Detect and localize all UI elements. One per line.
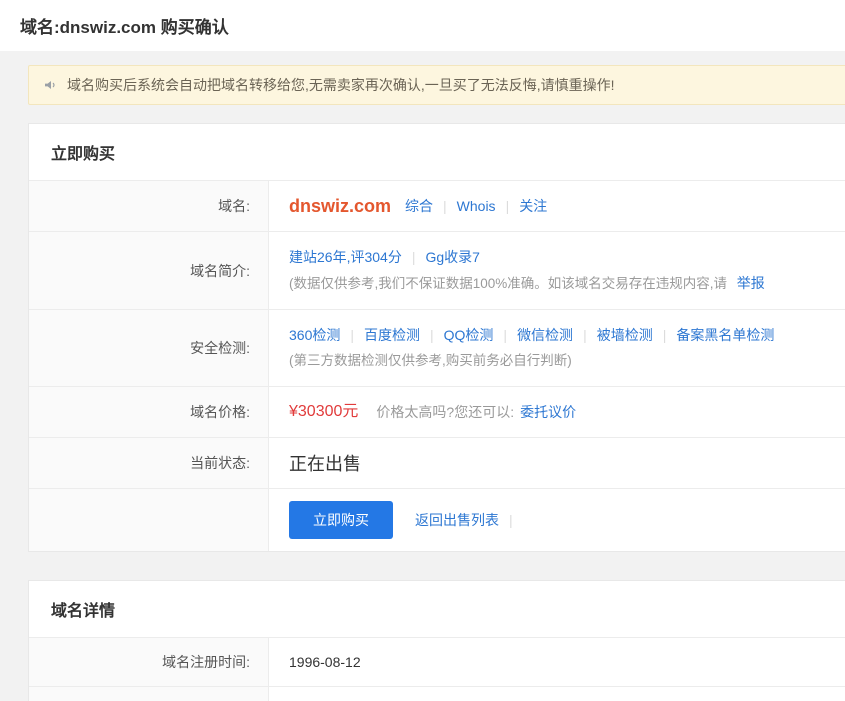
check-gfw-link[interactable]: 被墙检测	[597, 322, 653, 348]
site-age-score-link[interactable]: 建站26年,评304分	[289, 244, 402, 270]
divider	[443, 193, 447, 219]
page-content: 域名购买后系统会自动把域名转移给您,无需卖家再次确认,一旦买了无法反悔,请慎重操…	[0, 51, 845, 701]
check-360-link[interactable]: 360检测	[289, 322, 340, 348]
divider	[506, 193, 510, 219]
price-hint: 价格太高吗?您还可以:	[376, 399, 514, 425]
follow-link[interactable]: 关注	[519, 193, 547, 219]
divider	[583, 322, 587, 348]
google-index-link[interactable]: Gg收录7	[425, 244, 479, 270]
divider	[663, 322, 667, 348]
price-label: 域名价格:	[29, 387, 269, 437]
domain-label: 域名:	[29, 181, 269, 231]
actions-row: 立即购买 返回出售列表	[29, 488, 845, 551]
divider	[350, 322, 354, 348]
negotiate-link[interactable]: 委托议价	[520, 399, 576, 425]
registration-date-label: 域名注册时间:	[29, 638, 269, 686]
domain-name: dnswiz.com	[289, 193, 391, 219]
security-row: 安全检测: 360检测 百度检测 QQ检测 微信检测 被墙检测 备案黑名单检测 …	[29, 309, 845, 386]
check-qq-link[interactable]: QQ检测	[444, 322, 494, 348]
check-baidu-link[interactable]: 百度检测	[364, 322, 420, 348]
divider	[509, 507, 513, 533]
buy-now-button[interactable]: 立即购买	[289, 501, 393, 539]
buy-card-title: 立即购买	[29, 124, 845, 180]
divider	[430, 322, 434, 348]
check-wechat-link[interactable]: 微信检测	[517, 322, 573, 348]
domain-overview-link[interactable]: 综合	[405, 193, 433, 219]
intro-label: 域名简介:	[29, 232, 269, 309]
expiration-date-row: 域名到期时间: 2025-08-12	[29, 686, 845, 701]
whois-link[interactable]: Whois	[457, 193, 496, 219]
announcement-icon	[43, 77, 59, 93]
intro-disclaimer-text: (数据仅供参考,我们不保证数据100%准确。如该域名交易存在违规内容,请	[289, 276, 727, 291]
divider	[412, 244, 416, 270]
security-label: 安全检测:	[29, 310, 269, 386]
actions-label-spacer	[29, 489, 269, 551]
details-card-title: 域名详情	[29, 581, 845, 637]
registration-date-value: 1996-08-12	[289, 654, 845, 670]
status-value: 正在出售	[289, 450, 845, 476]
price-value: ¥30300元	[289, 399, 358, 425]
buy-card: 立即购买 域名: dnswiz.com 综合 Whois 关注 域名简介: 建站…	[28, 123, 845, 552]
intro-row: 域名简介: 建站26年,评304分 Gg收录7 (数据仅供参考,我们不保证数据1…	[29, 231, 845, 309]
price-row: 域名价格: ¥30300元 价格太高吗?您还可以: 委托议价	[29, 386, 845, 437]
report-link[interactable]: 举报	[737, 275, 765, 291]
registration-date-row: 域名注册时间: 1996-08-12	[29, 637, 845, 686]
back-to-list-link[interactable]: 返回出售列表	[415, 507, 499, 533]
domain-row: 域名: dnswiz.com 综合 Whois 关注	[29, 180, 845, 231]
status-label: 当前状态:	[29, 438, 269, 488]
divider	[503, 322, 507, 348]
page-title: 域名:dnswiz.com 购买确认	[20, 13, 825, 38]
status-row: 当前状态: 正在出售	[29, 437, 845, 488]
notice-text: 域名购买后系统会自动把域名转移给您,无需卖家再次确认,一旦买了无法反悔,请慎重操…	[67, 75, 615, 95]
expiration-date-label: 域名到期时间:	[29, 687, 269, 701]
intro-disclaimer: (数据仅供参考,我们不保证数据100%准确。如该域名交易存在违规内容,请 举报	[289, 270, 845, 297]
check-icp-blacklist-link[interactable]: 备案黑名单检测	[676, 322, 774, 348]
details-card: 域名详情 域名注册时间: 1996-08-12 域名到期时间: 2025-08-…	[28, 580, 845, 701]
page-header: 域名:dnswiz.com 购买确认	[0, 0, 845, 51]
security-disclaimer: (第三方数据检测仅供参考,购买前务必自行判断)	[289, 348, 845, 374]
notice-bar: 域名购买后系统会自动把域名转移给您,无需卖家再次确认,一旦买了无法反悔,请慎重操…	[28, 65, 845, 105]
